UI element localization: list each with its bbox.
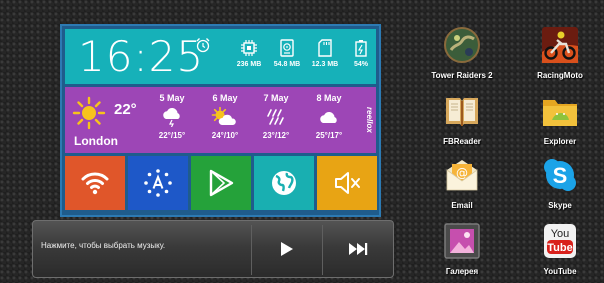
play-icon [281,242,293,256]
play-button[interactable] [252,221,322,277]
forecast-range: 22°/15° [158,131,186,140]
mute-icon [335,172,360,194]
auto-brightness-icon [144,169,172,197]
alarm-clock-icon[interactable] [195,37,211,53]
forecast-day: 7 May 23°/12° [251,93,301,140]
battery-icon [355,40,367,57]
battery-stat[interactable]: 54% [339,39,383,68]
app-email[interactable]: @ Email [422,156,502,210]
skip-next-icon [349,243,368,255]
app-skype[interactable]: S Skype [520,156,600,210]
forecast-date: 6 May [212,93,238,103]
forecast-day: 8 May 25°/17° [304,93,354,140]
wifi-icon [81,172,109,195]
battery-value: 54% [353,61,368,68]
app-label: Галерея [445,267,479,276]
app-tower-raiders-2[interactable]: Tower Raiders 2 [422,26,502,80]
city-name: London [74,134,118,148]
sd-card-icon [318,39,332,57]
play-store-icon [209,169,234,197]
app-label: YouTube [543,267,577,276]
app-label: RacingMoto [537,71,583,80]
partly-cloudy-icon [211,107,236,125]
forecast-day: 5 May 22°/15° [147,93,197,140]
racingmoto-icon [542,27,578,63]
play-store-tile[interactable] [191,156,251,210]
email-icon: @ [446,160,478,191]
next-track-button[interactable] [323,221,393,277]
weather-row[interactable]: 22° London 5 May 22°/15° 6 May 24°/10° 7… [65,87,376,153]
cloud-rain-icon [163,107,180,127]
cpu-icon [241,40,257,56]
forecast-date: 8 May [316,93,342,103]
app-youtube[interactable]: You Tube YouTube [520,222,600,276]
app-label: Email [451,201,473,210]
forecast-date: 5 May [159,93,185,103]
sound-tile[interactable] [317,156,377,210]
home-widget: 16:25 236 MB 54.8 MB 12.3 MB 54% 22° Lon… [60,24,381,217]
svg-text:You: You [551,228,570,240]
forecast-range: 24°/10° [211,131,239,140]
app-racingmoto[interactable]: RacingMoto [520,26,600,80]
brand-label: reellox [365,107,374,133]
app-label: Tower Raiders 2 [431,71,493,80]
fbreader-icon [446,98,478,126]
current-temperature: 22° [114,101,137,118]
app-label: Explorer [543,137,577,146]
forecast-range: 23°/12° [262,131,290,140]
clock-row: 16:25 236 MB 54.8 MB 12.3 MB 54% [65,29,376,84]
browser-tile[interactable] [254,156,314,210]
gallery-icon [444,223,480,259]
quick-tiles [65,156,377,210]
svg-text:Tube: Tube [547,242,572,254]
app-explorer[interactable]: Explorer [520,92,600,146]
forecast-range: 25°/17° [315,131,343,140]
folder-icon [543,100,577,126]
sun-icon [72,96,106,130]
app-label: FBReader [443,137,481,146]
music-player: Нажмите, чтобы выбрать музыку. [32,220,394,278]
forecast-date: 7 May [263,93,289,103]
forecast-day: 6 May 24°/10° [200,93,250,140]
app-fbreader[interactable]: FBReader [422,92,502,146]
wifi-tile[interactable] [65,156,125,210]
music-hint[interactable]: Нажмите, чтобы выбрать музыку. [41,241,165,250]
svg-text:S: S [553,163,568,188]
youtube-icon: You Tube [544,224,576,258]
skype-icon: S [544,159,576,191]
clock-time[interactable]: 16:25 [78,34,204,80]
rain-icon [267,109,284,125]
cloud-icon [320,111,337,123]
auto-brightness-tile[interactable] [128,156,188,210]
storage-icon [280,39,294,57]
app-label: Skype [548,201,572,210]
app-gallery[interactable]: Галерея [422,222,502,276]
tower-raiders-icon [444,27,480,63]
globe-icon [272,171,296,195]
